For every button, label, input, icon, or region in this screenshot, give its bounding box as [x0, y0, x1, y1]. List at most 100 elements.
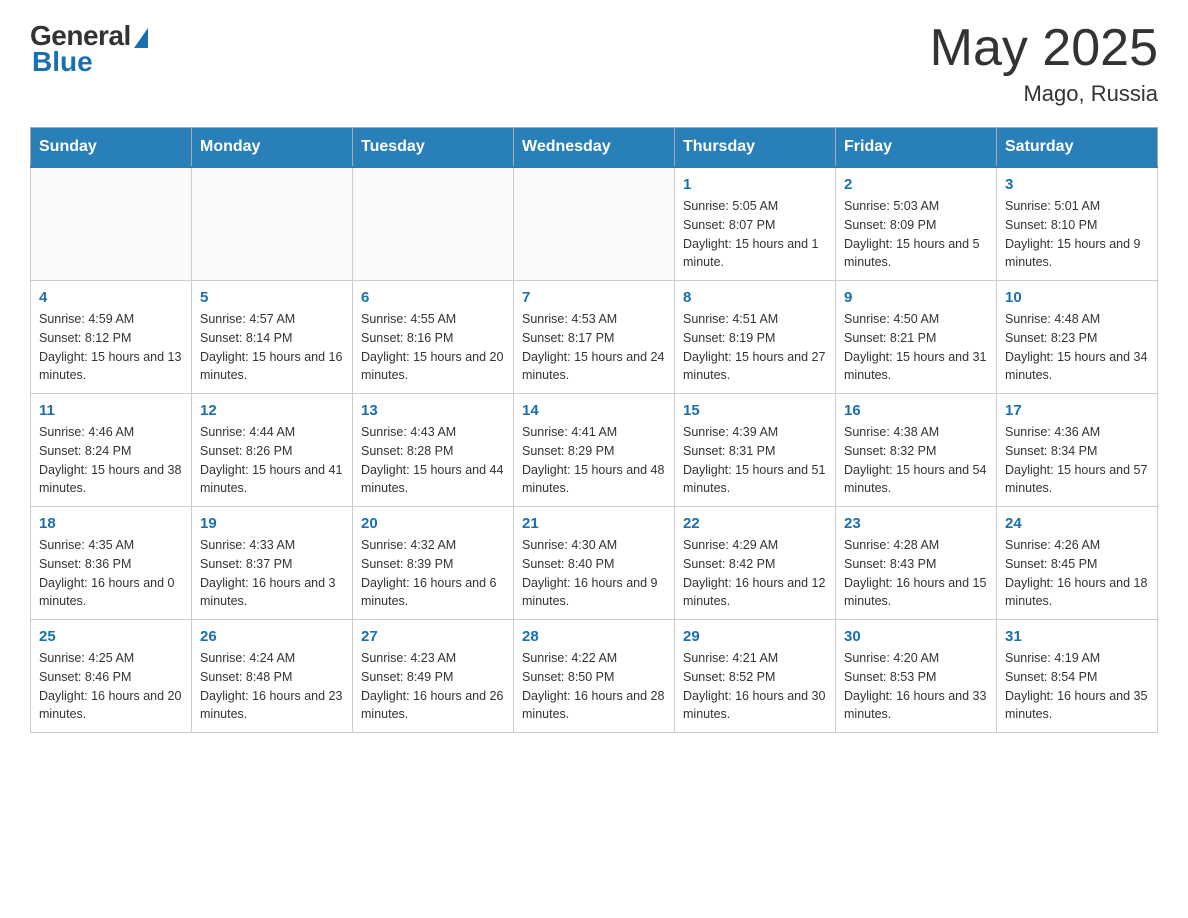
- calendar-cell: 14Sunrise: 4:41 AMSunset: 8:29 PMDayligh…: [514, 394, 675, 507]
- calendar-week-row: 4 Sunrise: 4:59 AMSunset: 8:12 PMDaylight…: [31, 281, 1158, 394]
- calendar-cell: 25 Sunrise: 4:25 AMSunset: 8:46 PMDayligh…: [31, 620, 192, 733]
- calendar-cell: 7 Sunrise: 4:53 AMSunset: 8:17 PMDaylight…: [514, 281, 675, 394]
- col-header-saturday: Saturday: [997, 128, 1158, 168]
- calendar-cell: 23Sunrise: 4:28 AMSunset: 8:43 PMDayligh…: [836, 507, 997, 620]
- logo-triangle-icon: [134, 28, 148, 48]
- day-info: Sunrise: 5:05 AMSunset: 8:07 PMDaylight:…: [683, 197, 827, 272]
- day-number: 14: [522, 402, 666, 419]
- day-info: Sunrise: 4:25 AMSunset: 8:46 PMDaylight:…: [39, 649, 183, 724]
- day-number: 25: [39, 628, 183, 645]
- calendar-cell: [31, 167, 192, 281]
- day-number: 4: [39, 289, 183, 306]
- day-info: Sunrise: 4:38 AMSunset: 8:32 PMDaylight:…: [844, 423, 988, 498]
- day-number: 5: [200, 289, 344, 306]
- day-number: 7: [522, 289, 666, 306]
- calendar-cell: [514, 167, 675, 281]
- calendar-cell: 10 Sunrise: 4:48 AMSunset: 8:23 PMDayligh…: [997, 281, 1158, 394]
- calendar-cell: 21Sunrise: 4:30 AMSunset: 8:40 PMDayligh…: [514, 507, 675, 620]
- col-header-friday: Friday: [836, 128, 997, 168]
- calendar-cell: 11 Sunrise: 4:46 AMSunset: 8:24 PMDayligh…: [31, 394, 192, 507]
- day-number: 30: [844, 628, 988, 645]
- calendar-cell: 22 Sunrise: 4:29 AMSunset: 8:42 PMDayligh…: [675, 507, 836, 620]
- month-title: May 2025: [930, 20, 1158, 77]
- day-info: Sunrise: 4:57 AMSunset: 8:14 PMDaylight:…: [200, 310, 344, 385]
- calendar-cell: 2 Sunrise: 5:03 AMSunset: 8:09 PMDaylight…: [836, 167, 997, 281]
- day-number: 27: [361, 628, 505, 645]
- day-number: 3: [1005, 176, 1149, 193]
- calendar-cell: 27 Sunrise: 4:23 AMSunset: 8:49 PMDayligh…: [353, 620, 514, 733]
- calendar-cell: 20 Sunrise: 4:32 AMSunset: 8:39 PMDayligh…: [353, 507, 514, 620]
- day-number: 11: [39, 402, 183, 419]
- calendar-cell: 13Sunrise: 4:43 AMSunset: 8:28 PMDayligh…: [353, 394, 514, 507]
- day-info: Sunrise: 4:51 AMSunset: 8:19 PMDaylight:…: [683, 310, 827, 385]
- day-number: 29: [683, 628, 827, 645]
- location-subtitle: Mago, Russia: [930, 81, 1158, 107]
- logo: General Blue: [30, 20, 148, 78]
- col-header-sunday: Sunday: [31, 128, 192, 168]
- title-area: May 2025 Mago, Russia: [930, 20, 1158, 107]
- day-info: Sunrise: 4:59 AMSunset: 8:12 PMDaylight:…: [39, 310, 183, 385]
- day-info: Sunrise: 5:01 AMSunset: 8:10 PMDaylight:…: [1005, 197, 1149, 272]
- day-info: Sunrise: 4:30 AMSunset: 8:40 PMDaylight:…: [522, 536, 666, 611]
- calendar-cell: 1 Sunrise: 5:05 AMSunset: 8:07 PMDaylight…: [675, 167, 836, 281]
- calendar-cell: 8Sunrise: 4:51 AMSunset: 8:19 PMDaylight…: [675, 281, 836, 394]
- day-info: Sunrise: 4:43 AMSunset: 8:28 PMDaylight:…: [361, 423, 505, 498]
- day-number: 22: [683, 515, 827, 532]
- calendar-cell: 12 Sunrise: 4:44 AMSunset: 8:26 PMDayligh…: [192, 394, 353, 507]
- day-number: 10: [1005, 289, 1149, 306]
- calendar-cell: 4 Sunrise: 4:59 AMSunset: 8:12 PMDaylight…: [31, 281, 192, 394]
- calendar-week-row: 18 Sunrise: 4:35 AMSunset: 8:36 PMDayligh…: [31, 507, 1158, 620]
- day-info: Sunrise: 4:24 AMSunset: 8:48 PMDaylight:…: [200, 649, 344, 724]
- calendar-week-row: 11 Sunrise: 4:46 AMSunset: 8:24 PMDayligh…: [31, 394, 1158, 507]
- calendar-week-row: 1 Sunrise: 5:05 AMSunset: 8:07 PMDaylight…: [31, 167, 1158, 281]
- day-info: Sunrise: 4:28 AMSunset: 8:43 PMDaylight:…: [844, 536, 988, 611]
- day-info: Sunrise: 4:26 AMSunset: 8:45 PMDaylight:…: [1005, 536, 1149, 611]
- calendar-week-row: 25 Sunrise: 4:25 AMSunset: 8:46 PMDayligh…: [31, 620, 1158, 733]
- day-number: 2: [844, 176, 988, 193]
- logo-blue-text: Blue: [30, 46, 93, 78]
- day-number: 1: [683, 176, 827, 193]
- day-info: Sunrise: 4:32 AMSunset: 8:39 PMDaylight:…: [361, 536, 505, 611]
- day-info: Sunrise: 4:39 AMSunset: 8:31 PMDaylight:…: [683, 423, 827, 498]
- col-header-wednesday: Wednesday: [514, 128, 675, 168]
- day-info: Sunrise: 4:46 AMSunset: 8:24 PMDaylight:…: [39, 423, 183, 498]
- day-number: 12: [200, 402, 344, 419]
- calendar-cell: 29Sunrise: 4:21 AMSunset: 8:52 PMDayligh…: [675, 620, 836, 733]
- day-number: 18: [39, 515, 183, 532]
- day-number: 19: [200, 515, 344, 532]
- day-info: Sunrise: 4:33 AMSunset: 8:37 PMDaylight:…: [200, 536, 344, 611]
- calendar-table: SundayMondayTuesdayWednesdayThursdayFrid…: [30, 127, 1158, 733]
- day-number: 31: [1005, 628, 1149, 645]
- day-info: Sunrise: 4:20 AMSunset: 8:53 PMDaylight:…: [844, 649, 988, 724]
- calendar-cell: 6 Sunrise: 4:55 AMSunset: 8:16 PMDaylight…: [353, 281, 514, 394]
- day-number: 20: [361, 515, 505, 532]
- day-number: 24: [1005, 515, 1149, 532]
- day-info: Sunrise: 4:35 AMSunset: 8:36 PMDaylight:…: [39, 536, 183, 611]
- calendar-cell: 30 Sunrise: 4:20 AMSunset: 8:53 PMDayligh…: [836, 620, 997, 733]
- calendar-cell: 31 Sunrise: 4:19 AMSunset: 8:54 PMDayligh…: [997, 620, 1158, 733]
- day-number: 15: [683, 402, 827, 419]
- calendar-cell: 17Sunrise: 4:36 AMSunset: 8:34 PMDayligh…: [997, 394, 1158, 507]
- calendar-cell: [192, 167, 353, 281]
- day-number: 17: [1005, 402, 1149, 419]
- day-number: 6: [361, 289, 505, 306]
- col-header-monday: Monday: [192, 128, 353, 168]
- calendar-cell: 16Sunrise: 4:38 AMSunset: 8:32 PMDayligh…: [836, 394, 997, 507]
- day-info: Sunrise: 4:19 AMSunset: 8:54 PMDaylight:…: [1005, 649, 1149, 724]
- day-info: Sunrise: 4:50 AMSunset: 8:21 PMDaylight:…: [844, 310, 988, 385]
- col-header-tuesday: Tuesday: [353, 128, 514, 168]
- day-info: Sunrise: 4:29 AMSunset: 8:42 PMDaylight:…: [683, 536, 827, 611]
- day-info: Sunrise: 4:44 AMSunset: 8:26 PMDaylight:…: [200, 423, 344, 498]
- page-header: General Blue May 2025 Mago, Russia: [30, 20, 1158, 107]
- day-info: Sunrise: 4:48 AMSunset: 8:23 PMDaylight:…: [1005, 310, 1149, 385]
- day-info: Sunrise: 4:23 AMSunset: 8:49 PMDaylight:…: [361, 649, 505, 724]
- calendar-cell: 24 Sunrise: 4:26 AMSunset: 8:45 PMDayligh…: [997, 507, 1158, 620]
- calendar-cell: 3 Sunrise: 5:01 AMSunset: 8:10 PMDaylight…: [997, 167, 1158, 281]
- day-info: Sunrise: 4:55 AMSunset: 8:16 PMDaylight:…: [361, 310, 505, 385]
- calendar-cell: 19 Sunrise: 4:33 AMSunset: 8:37 PMDayligh…: [192, 507, 353, 620]
- day-info: Sunrise: 5:03 AMSunset: 8:09 PMDaylight:…: [844, 197, 988, 272]
- calendar-cell: 15 Sunrise: 4:39 AMSunset: 8:31 PMDayligh…: [675, 394, 836, 507]
- day-info: Sunrise: 4:53 AMSunset: 8:17 PMDaylight:…: [522, 310, 666, 385]
- calendar-header-row: SundayMondayTuesdayWednesdayThursdayFrid…: [31, 128, 1158, 168]
- day-number: 26: [200, 628, 344, 645]
